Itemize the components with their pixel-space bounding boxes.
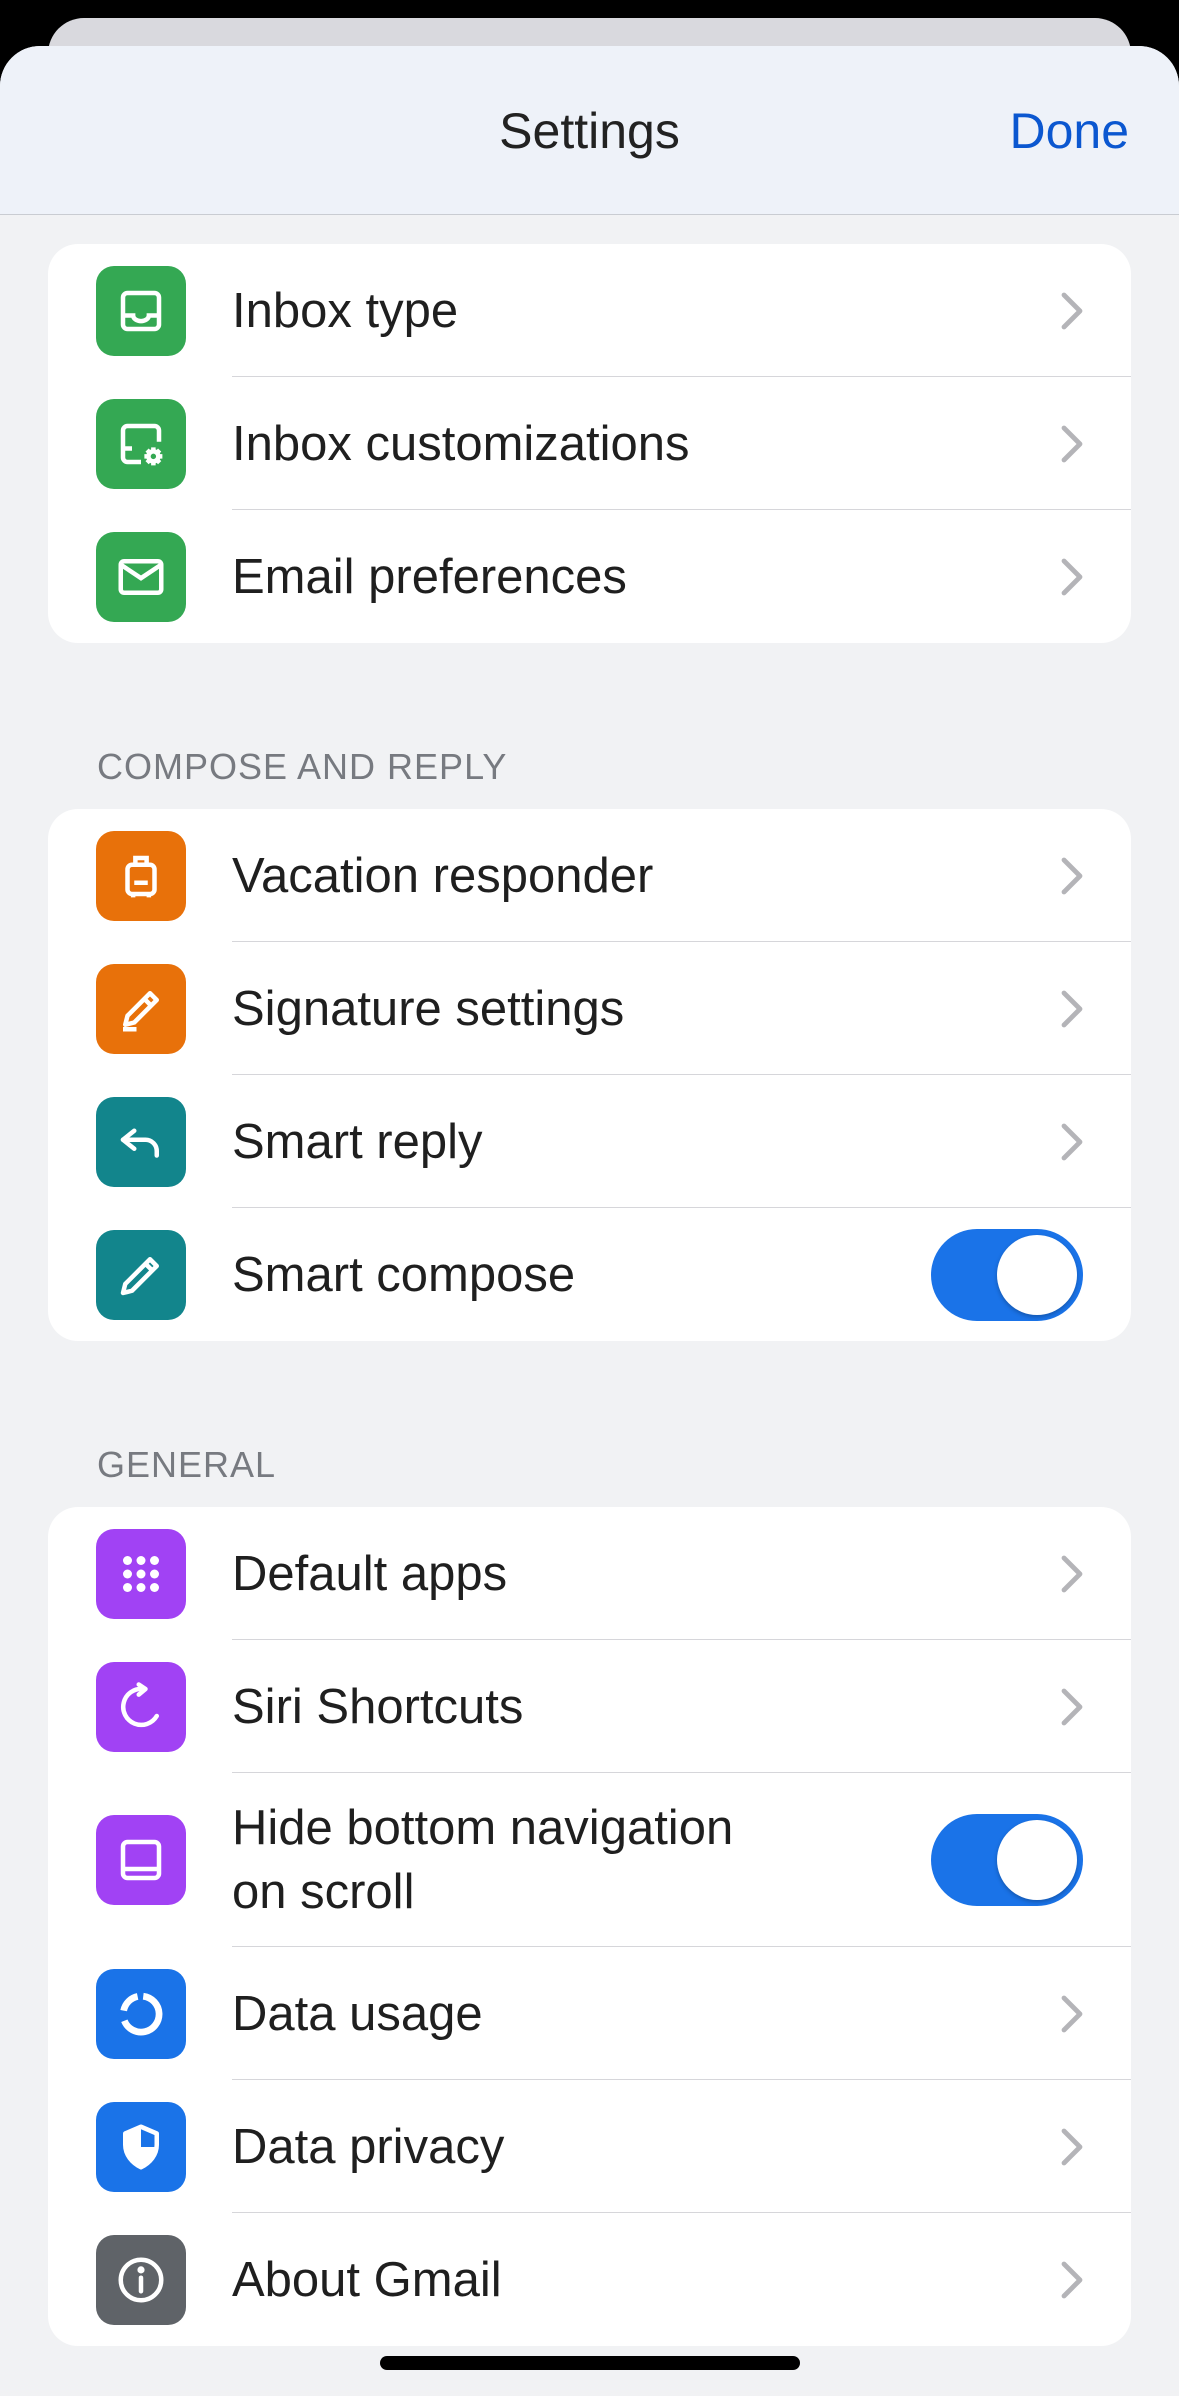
settings-row-signature-settings[interactable]: Signature settings: [48, 942, 1131, 1075]
row-label: Hide bottom navigation on scroll: [232, 1796, 733, 1924]
info-icon: [96, 2234, 186, 2325]
row-label: About Gmail: [232, 2252, 502, 2307]
chevron-right-icon: [1057, 2127, 1087, 2167]
section-header-general: GENERAL: [97, 1444, 277, 1485]
toggle-knob: [997, 1820, 1077, 1900]
inbox-settings-icon: [96, 398, 186, 489]
settings-row-inbox-type[interactable]: Inbox type: [48, 244, 1131, 377]
settings-row-siri-shortcuts[interactable]: Siri Shortcuts: [48, 1640, 1131, 1773]
section-header-compose-and-reply: COMPOSE AND REPLY: [97, 746, 508, 787]
smart-compose-toggle[interactable]: [931, 1228, 1083, 1321]
settings-row-data-privacy[interactable]: Data privacy: [48, 2080, 1131, 2213]
mail-icon: [96, 531, 186, 622]
hide-bottom-navigation-toggle[interactable]: [931, 1814, 1083, 1906]
chevron-right-icon: [1057, 291, 1087, 331]
chevron-right-icon: [1057, 1687, 1087, 1727]
general-group: Default apps Siri Shortcuts Hide bottom …: [48, 1507, 1131, 2346]
compose-and-reply-group: Vacation responder Signature settings Sm…: [48, 809, 1131, 1341]
row-label-line-1: Hide bottom navigation: [232, 1801, 734, 1855]
settings-row-default-apps[interactable]: Default apps: [48, 1507, 1131, 1640]
row-label: Inbox type: [232, 283, 459, 338]
signature-pen-icon: [96, 963, 186, 1054]
row-label: Signature settings: [232, 981, 625, 1036]
chevron-right-icon: [1057, 557, 1087, 597]
inbox-settings-group: Inbox type Inbox customizations Email pr…: [48, 244, 1131, 643]
reply-icon: [96, 1096, 186, 1187]
row-label: Vacation responder: [232, 848, 654, 903]
chevron-right-icon: [1057, 1994, 1087, 2034]
row-label: Smart compose: [232, 1247, 576, 1302]
chevron-right-icon: [1057, 1554, 1087, 1594]
shortcut-icon: [96, 1661, 186, 1752]
shield-icon: [96, 2101, 186, 2192]
settings-row-about-gmail[interactable]: About Gmail: [48, 2213, 1131, 2346]
apps-grid-icon: [96, 1528, 186, 1619]
settings-row-smart-reply[interactable]: Smart reply: [48, 1075, 1131, 1208]
done-button[interactable]: Done: [1009, 102, 1129, 160]
settings-row-inbox-customizations[interactable]: Inbox customizations: [48, 377, 1131, 510]
row-label-line-2: on scroll: [232, 1865, 415, 1919]
settings-row-vacation-responder[interactable]: Vacation responder: [48, 809, 1131, 942]
row-label: Inbox customizations: [232, 416, 690, 471]
settings-row-email-preferences[interactable]: Email preferences: [48, 510, 1131, 643]
settings-row-smart-compose: Smart compose: [48, 1208, 1131, 1341]
row-label: Smart reply: [232, 1114, 483, 1169]
inbox-icon: [96, 265, 186, 356]
chevron-right-icon: [1057, 2260, 1087, 2300]
chevron-right-icon: [1057, 856, 1087, 896]
row-label: Email preferences: [232, 549, 627, 604]
luggage-icon: [96, 830, 186, 921]
chevron-right-icon: [1057, 1122, 1087, 1162]
navigation-bar: Settings Done: [0, 46, 1179, 215]
settings-row-hide-bottom-navigation: Hide bottom navigation on scroll: [48, 1773, 1131, 1947]
page-title: Settings: [499, 103, 680, 159]
row-label: Data usage: [232, 1986, 483, 2041]
pencil-icon: [96, 1229, 186, 1320]
row-label: Siri Shortcuts: [232, 1679, 524, 1734]
home-indicator: [380, 2356, 800, 2370]
chevron-right-icon: [1057, 989, 1087, 1029]
row-label: Data privacy: [232, 2119, 505, 2174]
bottom-nav-icon: [96, 1815, 186, 1905]
settings-sheet: Settings Done Inbox type Inbox customiza…: [0, 46, 1179, 2396]
chevron-right-icon: [1057, 424, 1087, 464]
data-usage-icon: [96, 1968, 186, 2059]
row-label: Default apps: [232, 1546, 508, 1601]
settings-row-data-usage[interactable]: Data usage: [48, 1947, 1131, 2080]
toggle-knob: [997, 1234, 1077, 1315]
